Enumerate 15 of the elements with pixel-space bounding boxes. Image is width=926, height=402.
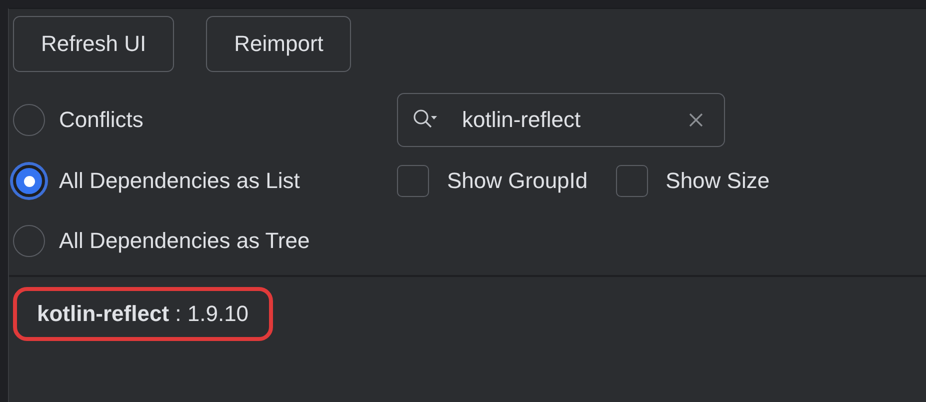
clear-icon[interactable]	[689, 113, 703, 127]
radio-button[interactable]	[13, 165, 45, 197]
toolbar-button[interactable]: Reimport	[206, 16, 352, 72]
radio-option[interactable]: All Dependencies as List	[13, 155, 397, 207]
radio-option[interactable]: All Dependencies as Tree	[13, 215, 397, 267]
checkbox[interactable]	[397, 165, 429, 197]
radio-option[interactable]: Conflicts	[13, 94, 397, 146]
radio-button[interactable]	[13, 225, 45, 257]
checkbox-option[interactable]: Show Size	[616, 165, 770, 197]
checkbox-option[interactable]: Show GroupId	[397, 165, 588, 197]
radio-button[interactable]	[13, 104, 45, 136]
toolbar-button[interactable]: Refresh UI	[13, 16, 174, 72]
dependency-item[interactable]: kotlin-reflect : 1.9.10	[37, 301, 249, 326]
checkbox[interactable]	[616, 165, 648, 197]
search-field[interactable]: kotlin-reflect	[397, 93, 725, 147]
